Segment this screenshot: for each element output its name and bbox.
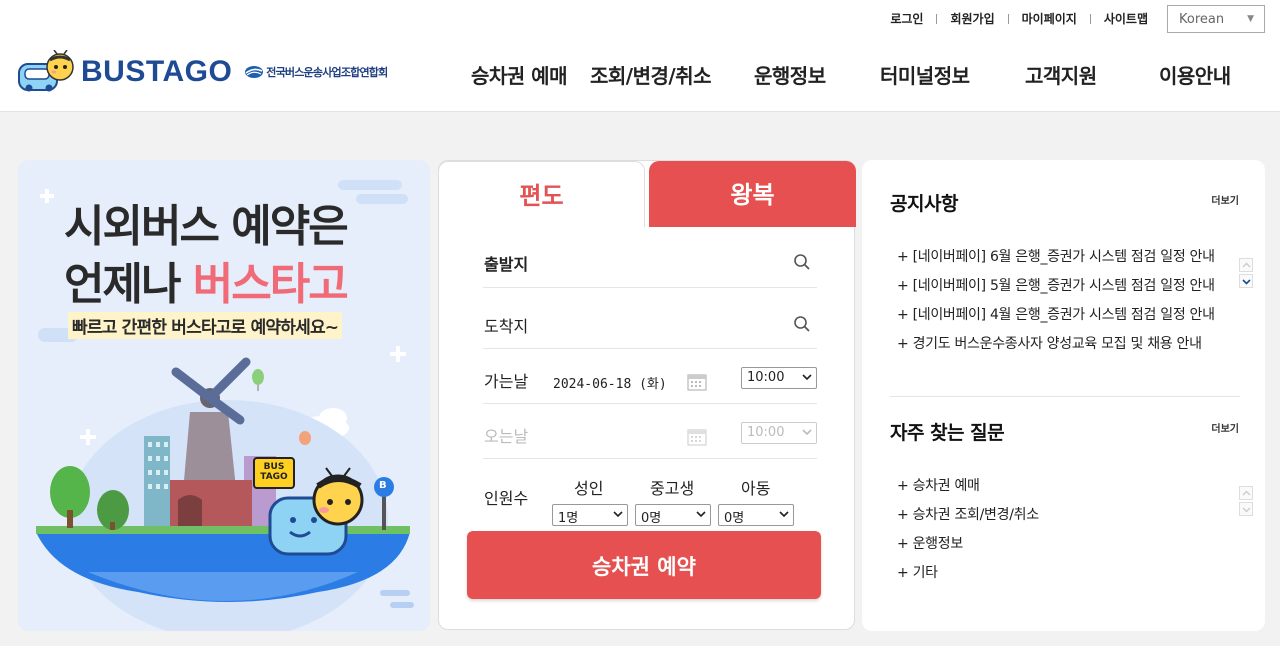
depart-date-row: 가는날 2024-06-18 (화) 10:00 [483,349,817,404]
calendar-icon[interactable] [687,373,707,391]
notice-item[interactable]: + [네이버페이] 6월 은행_증권가 시스템 점검 일정 안내 [897,246,1217,275]
youth-count-value: 0명 [641,511,662,526]
divider [1007,13,1009,24]
return-date-label: 오는날 [484,427,529,446]
notices-scroll-down[interactable] [1239,274,1253,288]
child-count-value: 0명 [724,511,745,526]
site-header: 로그인 회원가입 마이페이지 사이트맵 Korean ▼ BUSTAGO 전국버… [0,0,1280,112]
nav-item-support[interactable]: 고객지원 [1025,60,1097,89]
nav-item-guide[interactable]: 이용안내 [1159,60,1231,89]
banner-headline-highlight: 버스타고 [192,259,349,310]
chevron-down-icon [1242,279,1251,285]
notices-scroll-up[interactable] [1239,258,1253,272]
chevron-down-icon [613,511,623,518]
nav-item-terminal[interactable]: 터미널정보 [880,60,970,89]
notice-item[interactable]: + [네이버페이] 5월 은행_증권가 시스템 점검 일정 안내 [897,275,1217,304]
utility-links: 로그인 회원가입 마이페이지 사이트맵 [890,10,1148,27]
adult-count-value: 1명 [558,511,579,526]
language-value: Korean [1179,12,1225,27]
book-ticket-button[interactable]: 승차권 예약 [467,531,821,599]
faq-item[interactable]: + 승차권 조회/변경/취소 [897,504,1217,533]
faq-list: + 승차권 예매 + 승차권 조회/변경/취소 + 운행정보 + 기타 [897,475,1217,591]
banner-headline-line2: 언제나 버스타고 [64,248,349,312]
chevron-down-icon [802,429,812,436]
calendar-icon[interactable] [687,428,707,446]
faq-item[interactable]: + 기타 [897,562,1217,591]
booking-panel: 왕복 편도 출발지 도착지 가는날 2024-06-18 (화) 10:00 오… [438,160,856,630]
section-divider [890,396,1240,397]
chevron-down-icon [779,511,789,518]
chevron-down-icon [696,511,706,518]
chevron-down-icon: ▼ [1247,14,1254,24]
arrival-label: 도착지 [484,317,529,336]
mypage-link[interactable]: 마이페이지 [1022,10,1077,27]
depart-date-label: 가는날 [484,372,529,391]
notices-list: + [네이버페이] 6월 은행_증권가 시스템 점검 일정 안내 + [네이버페… [897,246,1217,362]
promo-banner[interactable]: 시외버스 예약은 언제나 버스타고 빠르고 간편한 버스타고로 예약하세요~ B… [18,160,430,631]
login-link[interactable]: 로그인 [890,10,923,27]
banner-headline-line1: 시외버스 예약은 [64,201,349,252]
banner-headline-prefix: 언제나 [64,259,193,310]
child-label: 아동 [741,479,771,498]
banner-subtitle: 빠르고 간편한 버스타고로 예약하세요~ [68,312,343,339]
faq-title: 자주 찾는 질문 [890,422,1005,444]
divider [936,13,938,24]
youth-count-select[interactable]: 0명 [635,504,711,526]
sitemap-link[interactable]: 사이트맵 [1104,10,1148,27]
passengers-label: 인원수 [484,489,529,508]
faq-more-link[interactable]: 더보기 [1211,420,1239,435]
bus-tago-sign: BUS TAGO [260,462,288,482]
return-date-row: 오는날 10:00 [483,404,817,459]
nav-item-schedule[interactable]: 운행정보 [754,60,826,89]
search-icon[interactable] [793,253,811,271]
depart-time-select[interactable]: 10:00 [741,367,817,389]
departure-label: 출발지 [484,255,529,274]
notice-item[interactable]: + [네이버페이] 4월 은행_증권가 시스템 점검 일정 안내 [897,304,1217,333]
language-select[interactable]: Korean ▼ [1167,5,1265,33]
info-panel: 공지사항 더보기 + [네이버페이] 6월 은행_증권가 시스템 점검 일정 안… [862,160,1265,631]
depart-time-value: 10:00 [747,370,785,385]
notices-more-link[interactable]: 더보기 [1211,192,1239,207]
arrival-field[interactable]: 도착지 [483,288,817,349]
nav-item-lookup[interactable]: 조회/변경/취소 [590,60,712,89]
notice-item[interactable]: + 경기도 버스운수종사자 양성교육 모집 및 채용 안내 [897,333,1217,362]
chevron-up-icon [1242,490,1251,496]
chevron-down-icon [1242,507,1251,513]
faq-scroll-up[interactable] [1239,486,1253,500]
tab-round-trip[interactable]: 왕복 [649,161,856,227]
chevron-up-icon [1242,262,1251,268]
departure-field[interactable]: 출발지 [483,231,817,288]
adult-label: 성인 [574,479,604,498]
tab-one-way[interactable]: 편도 [438,161,645,227]
signup-link[interactable]: 회원가입 [950,10,994,27]
faq-item[interactable]: + 운행정보 [897,533,1217,562]
child-count-select[interactable]: 0명 [718,504,794,526]
depart-date-value[interactable]: 2024-06-18 (화) [553,373,667,392]
faq-item[interactable]: + 승차권 예매 [897,475,1217,504]
nav-item-reservation[interactable]: 승차권 예매 [471,60,567,89]
chevron-down-icon [802,374,812,381]
divider [1089,13,1091,24]
return-time-value: 10:00 [747,425,785,440]
search-icon[interactable] [793,315,811,333]
notices-title: 공지사항 [890,193,958,215]
adult-count-select[interactable]: 1명 [552,504,628,526]
main-nav: 승차권 예매 조회/변경/취소 운행정보 터미널정보 고객지원 이용안내 [0,60,1280,90]
faq-scroll-down[interactable] [1239,502,1253,516]
bus-stop-sign: B [379,480,387,491]
return-time-select[interactable]: 10:00 [741,422,817,444]
youth-label: 중고생 [650,479,695,498]
